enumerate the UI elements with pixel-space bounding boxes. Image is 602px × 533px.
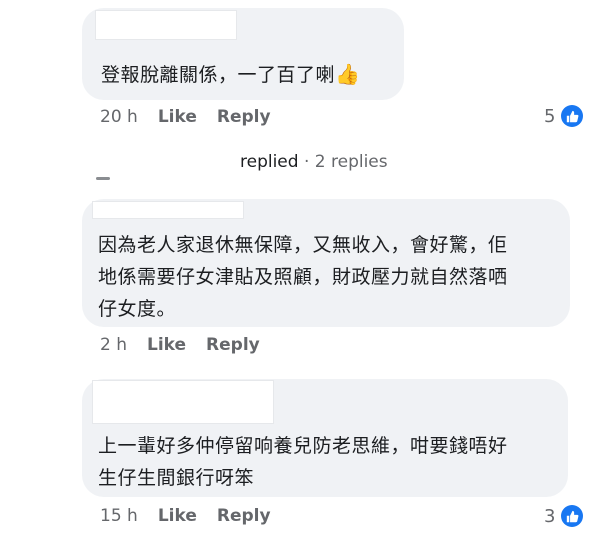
- comment-actions: 20 h Like Reply: [100, 107, 291, 127]
- reaction-count[interactable]: 5: [544, 105, 584, 127]
- reply-button[interactable]: Reply: [206, 335, 260, 355]
- comment-timestamp[interactable]: 2 h: [100, 335, 127, 355]
- comment-actions: 15 h Like Reply: [100, 506, 291, 526]
- comment-timestamp[interactable]: 15 h: [100, 506, 138, 526]
- like-button[interactable]: Like: [158, 506, 197, 526]
- commenter-name-redacted[interactable]: [92, 201, 244, 219]
- comment-timestamp[interactable]: 20 h: [100, 107, 138, 127]
- reply-button[interactable]: Reply: [217, 107, 271, 127]
- comment-text: 因為老人家退休無保障，又無收入，會好驚，佢 地係需要仔女津貼及照顧，財政壓力就自…: [98, 234, 508, 320]
- like-button[interactable]: Like: [158, 107, 197, 127]
- reply-avatar-stack: [96, 177, 110, 180]
- like-button[interactable]: Like: [147, 335, 186, 355]
- comment-text: 登報脫離關係，一了百了喇👍: [101, 58, 360, 91]
- like-reaction-icon: [561, 505, 584, 527]
- thumbs-up-emoji: 👍: [335, 62, 361, 86]
- reply-button[interactable]: Reply: [217, 506, 271, 526]
- replies-count: · 2 replies: [303, 152, 388, 172]
- reaction-count-value: 5: [544, 105, 556, 127]
- commenter-name-redacted[interactable]: [95, 10, 237, 40]
- commenter-name-redacted[interactable]: [92, 380, 274, 424]
- reaction-count-value: 3: [544, 505, 556, 527]
- comment-actions: 2 h Like Reply: [100, 335, 280, 355]
- replied-verb: replied: [240, 152, 299, 172]
- view-replies-link[interactable]: replied · 2 replies: [240, 152, 388, 172]
- reaction-count[interactable]: 3: [544, 505, 584, 527]
- comment-text-content: 登報脫離關係，一了百了喇: [101, 64, 336, 86]
- comment-text: 上一輩好多仲停留响養兒防老思維，咁要錢唔好 生仔生間銀行呀笨: [98, 435, 508, 489]
- like-reaction-icon: [561, 105, 584, 127]
